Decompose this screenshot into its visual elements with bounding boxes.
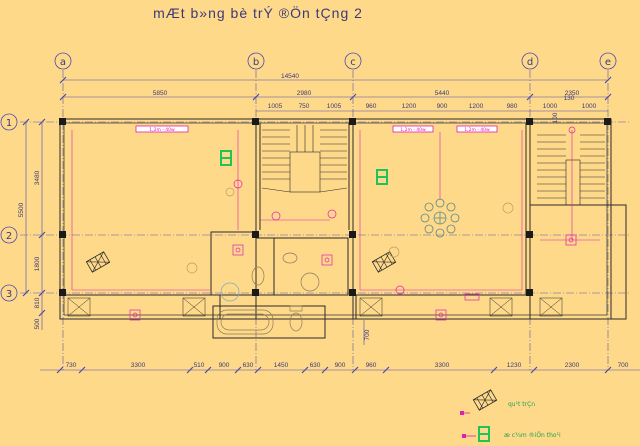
walls [59,118,627,339]
grid-col-b: b [253,57,259,68]
dim-misc-1: 700 [364,329,371,340]
dim-top2-4: 960 [366,103,377,110]
dim-bottom-1: 730 [66,362,77,369]
chandelier-icon [420,198,460,238]
dim-top2-6: 900 [437,103,448,110]
grid-col-a: a [60,57,66,68]
ceiling-fan-icon [472,389,498,411]
grid-row-3: 3 [6,289,12,300]
staircase-right [537,134,605,206]
dim-top2-7: 1200 [469,103,484,110]
phone-outlets [220,150,388,185]
dim-bottom-11: 1230 [507,362,522,369]
balcony-railings [67,297,563,317]
dim-bottom-9: 960 [366,362,377,369]
dim-top2-2: 750 [299,103,310,110]
dim-bottom-13: 700 [618,362,629,369]
dim-overall: 14540 [281,73,299,80]
dim-top2-8: 980 [507,103,518,110]
dim-bottom-6: 1450 [274,362,289,369]
light-label-2: 1,2m - 40w [400,127,426,133]
dim-top2-1: 1005 [268,103,283,110]
legend-label-fan: qu¹t trÇn [508,401,535,408]
grid-column-markers: a b c d e [54,52,617,70]
dimensions-left: 5500 3480 1800 810 500 [18,118,46,330]
phone-outlet-icon [220,150,232,166]
dim-top2-10: 130 [564,95,575,102]
grid-col-d: d [527,57,533,68]
dim-top-3: 5440 [435,90,450,97]
dim-bottom-7: 630 [310,362,321,369]
ceiling-fan-icon [85,251,111,273]
dim-bottom-3: 510 [194,362,205,369]
wiring [71,130,600,291]
dim-bottom-8: 900 [335,362,346,369]
fluorescent-lights: 1,2m - 40w 1,2m - 40w 1,2m - 40w [135,125,498,133]
bathroom-fixtures [216,252,320,335]
page-title: mÆt b»ng bè trÝ ®Ön tÇng 2 [153,4,363,21]
light-label-1: 1,2m - 40w [149,127,175,133]
floor-plan: mÆt b»ng bè trÝ ®Ön tÇng 2 a b c d e 1 2… [0,0,640,446]
dimensions-bottom: 730 3300 510 900 630 1450 630 900 960 33… [40,362,640,374]
dim-right-1: 100 [552,112,559,123]
dim-top2-5: 1200 [402,103,417,110]
dim-left-2: 1800 [34,256,41,271]
columns [59,118,611,296]
dim-left-1: 3480 [34,170,41,185]
legend-label-phone: æ c¾m ®iÖn tho¹i [504,432,561,439]
dim-top2-3: 1005 [327,103,342,110]
dim-left-3: 810 [34,297,41,308]
dim-bottom-2: 3300 [131,362,146,369]
grid-col-c: c [350,57,356,68]
dim-bottom-10: 3300 [435,362,450,369]
grid-col-e: e [605,57,611,68]
plan-canvas: mÆt b»ng bè trÝ ®Ön tÇng 2 a b c d e 1 2… [0,4,640,442]
switches [186,187,514,274]
staircase-central [261,125,348,193]
dim-bottom-5: 630 [243,362,254,369]
legend: qu¹t trÇn æ c¾m ®iÖn tho¹i [460,389,561,442]
dim-left-overall: 5500 [18,202,25,217]
dim-bottom-12: 2300 [565,362,580,369]
dim-left-4: 500 [34,318,41,329]
phone-outlet-icon [376,169,388,185]
dim-top-2: 2980 [297,90,312,97]
dimensions-top: 14540 5850 2980 5440 2350 1005 750 1005 … [59,73,612,112]
dim-top-1: 5850 [153,90,168,97]
phone-outlet-icon [478,426,490,442]
dim-bottom-4: 900 [219,362,230,369]
grid-row-1: 1 [6,118,12,129]
light-label-3: 1,2m - 40w [464,127,490,133]
ceiling-fan-icon [371,251,397,273]
grid-row-markers: 1 2 3 [0,113,18,302]
grid-row-2: 2 [6,231,12,242]
dim-top2-9: 1000 [543,103,558,110]
dim-top2-11: 1000 [582,103,597,110]
